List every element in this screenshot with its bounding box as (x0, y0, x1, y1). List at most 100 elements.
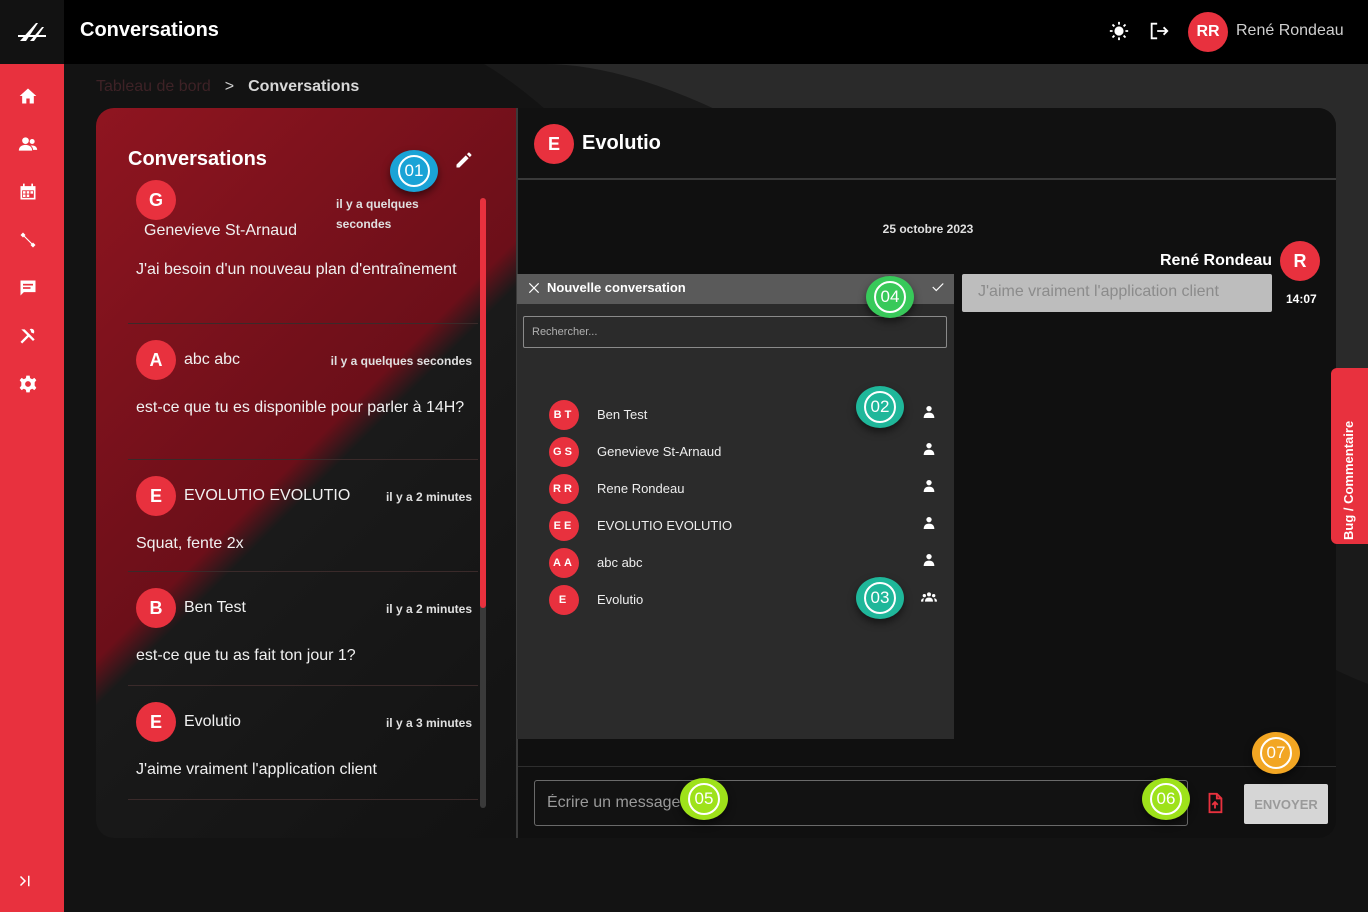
message-time: 14:07 (1286, 292, 1317, 306)
conversation-list-panel: Conversations G Genevieve St-Arnaud il y… (96, 108, 516, 838)
breadcrumb: Tableau de bord > Conversations (96, 78, 359, 96)
conversation-message: Squat, fente 2x (136, 535, 244, 552)
conversation-time: il y a 2 minutes (385, 490, 472, 504)
callout-number: 03 (864, 582, 896, 614)
conversation-time: il y a 3 minutes (385, 716, 472, 730)
list-item[interactable]: E Evolutio il y a 3 minutes J'aime vraim… (128, 686, 478, 800)
conversation-avatar: B (136, 588, 176, 628)
message-input[interactable] (534, 780, 1188, 826)
contact-item[interactable]: RR Rene Rondeau (549, 472, 939, 504)
contact-name: Evolutio (597, 592, 644, 607)
callout-marker: 07 (1252, 732, 1300, 774)
conversation-name: EVOLUTIO EVOLUTIO (184, 487, 351, 504)
conversation-avatar: A (136, 340, 176, 380)
contact-item[interactable]: AA abc abc (549, 546, 939, 578)
conversation-message: est-ce que tu es disponible pour parler … (136, 399, 465, 416)
contact-avatar: EE (549, 511, 579, 541)
person-icon (921, 515, 939, 533)
theme-toggle-icon[interactable] (1108, 20, 1132, 44)
conversation-list-title: Conversations (128, 148, 267, 170)
callout-number: 04 (874, 281, 906, 313)
logout-icon[interactable] (1148, 20, 1172, 44)
contact-name: Rene Rondeau (597, 481, 685, 496)
person-icon (921, 478, 939, 496)
breadcrumb-separator: > (224, 78, 235, 95)
callout-number: 07 (1260, 737, 1292, 769)
callout-marker: 04 (866, 276, 914, 318)
tools-icon[interactable] (16, 324, 40, 348)
calendar-icon[interactable] (16, 180, 40, 204)
conversation-avatar: G (136, 180, 176, 220)
conversation-time: il y a 2 minutes (385, 602, 472, 616)
message-bubble: J'aime vraiment l'application client (962, 274, 1272, 312)
breadcrumb-home[interactable]: Tableau de bord (96, 78, 211, 96)
home-icon[interactable] (16, 84, 40, 108)
new-conversation-pencil-icon[interactable] (454, 150, 476, 172)
list-item[interactable]: A abc abc il y a quelques secondes est-c… (128, 324, 478, 460)
page-title: Conversations (80, 19, 219, 41)
send-button[interactable]: ENVOYER (1244, 784, 1328, 824)
bug-report-label[interactable]: Bug / Commentaire (1341, 421, 1356, 540)
contact-item[interactable]: EE EVOLUTIO EVOLUTIO (549, 509, 939, 541)
callout-number: 01 (398, 155, 430, 187)
chat-date: 25 octobre 2023 (882, 222, 974, 236)
conversation-message: est-ce que tu as fait ton jour 1? (136, 647, 356, 664)
callout-marker: 06 (1142, 778, 1190, 820)
conversation-name: Genevieve St-Arnaud (144, 222, 297, 239)
contact-search-input[interactable] (523, 316, 947, 348)
conversation-message: J'ai besoin d'un nouveau plan d'entraîne… (136, 261, 457, 278)
new-conversation-modal: Nouvelle conversation BT Ben Test GS Gen… (517, 274, 954, 739)
conversation-name: Evolutio (184, 713, 241, 730)
chat-avatar: E (534, 124, 574, 164)
user-avatar[interactable]: RR (1188, 12, 1228, 52)
group-icon (921, 589, 939, 607)
breadcrumb-current: Conversations (248, 78, 360, 95)
modal-title: Nouvelle conversation (547, 280, 686, 295)
callout-marker: 03 (856, 577, 904, 619)
dumbbell-icon[interactable] (16, 228, 40, 252)
list-item[interactable]: G Genevieve St-Arnaud il y a quelques se… (128, 178, 478, 324)
callout-marker: 02 (856, 386, 904, 428)
users-icon[interactable] (16, 132, 40, 156)
composer-divider (518, 766, 1336, 767)
app-logo[interactable] (0, 0, 64, 64)
conversation-message: J'aime vraiment l'application client (136, 761, 377, 778)
conversation-time: il y a quelques secondes (330, 354, 472, 368)
message-sender-name: René Rondeau (1159, 252, 1272, 269)
close-icon[interactable] (527, 281, 543, 297)
contact-item[interactable]: GS Genevieve St-Arnaud (549, 435, 939, 467)
chat-header: E Evolutio (518, 108, 1336, 180)
attach-file-icon[interactable] (1204, 792, 1226, 814)
list-item[interactable]: B Ben Test il y a 2 minutes est-ce que t… (128, 572, 478, 686)
callout-number: 05 (688, 783, 720, 815)
topbar: Conversations RR René Rondeau (64, 0, 1368, 64)
settings-icon[interactable] (16, 372, 40, 396)
list-item[interactable]: E EVOLUTIO EVOLUTIO il y a 2 minutes Squ… (128, 460, 478, 572)
contact-avatar: AA (549, 548, 579, 578)
sidebar (0, 0, 64, 912)
contact-name: Genevieve St-Arnaud (597, 444, 722, 459)
contact-avatar: GS (549, 437, 579, 467)
contact-name: EVOLUTIO EVOLUTIO (597, 518, 733, 533)
person-icon (921, 441, 939, 459)
contact-avatar: BT (549, 400, 579, 430)
collapse-sidebar-icon[interactable] (16, 872, 40, 896)
contact-name: Ben Test (597, 407, 648, 422)
message-sender-avatar: R (1280, 241, 1320, 281)
conversation-avatar: E (136, 702, 176, 742)
chat-icon[interactable] (16, 276, 40, 300)
callout-marker: 05 (680, 778, 728, 820)
conversation-name: Ben Test (184, 599, 246, 616)
user-name[interactable]: René Rondeau (1236, 22, 1344, 40)
conversation-avatar: E (136, 476, 176, 516)
callout-number: 06 (1150, 783, 1182, 815)
conversation-time: il y a quelques secondes (336, 197, 419, 231)
chat-name: Evolutio (582, 132, 661, 154)
callout-number: 02 (864, 391, 896, 423)
conversation-scrollbar[interactable] (480, 198, 486, 608)
person-icon (921, 552, 939, 570)
confirm-check-icon[interactable] (931, 280, 947, 296)
contact-avatar: RR (549, 474, 579, 504)
person-icon (921, 404, 939, 422)
contact-avatar: E (549, 585, 579, 615)
